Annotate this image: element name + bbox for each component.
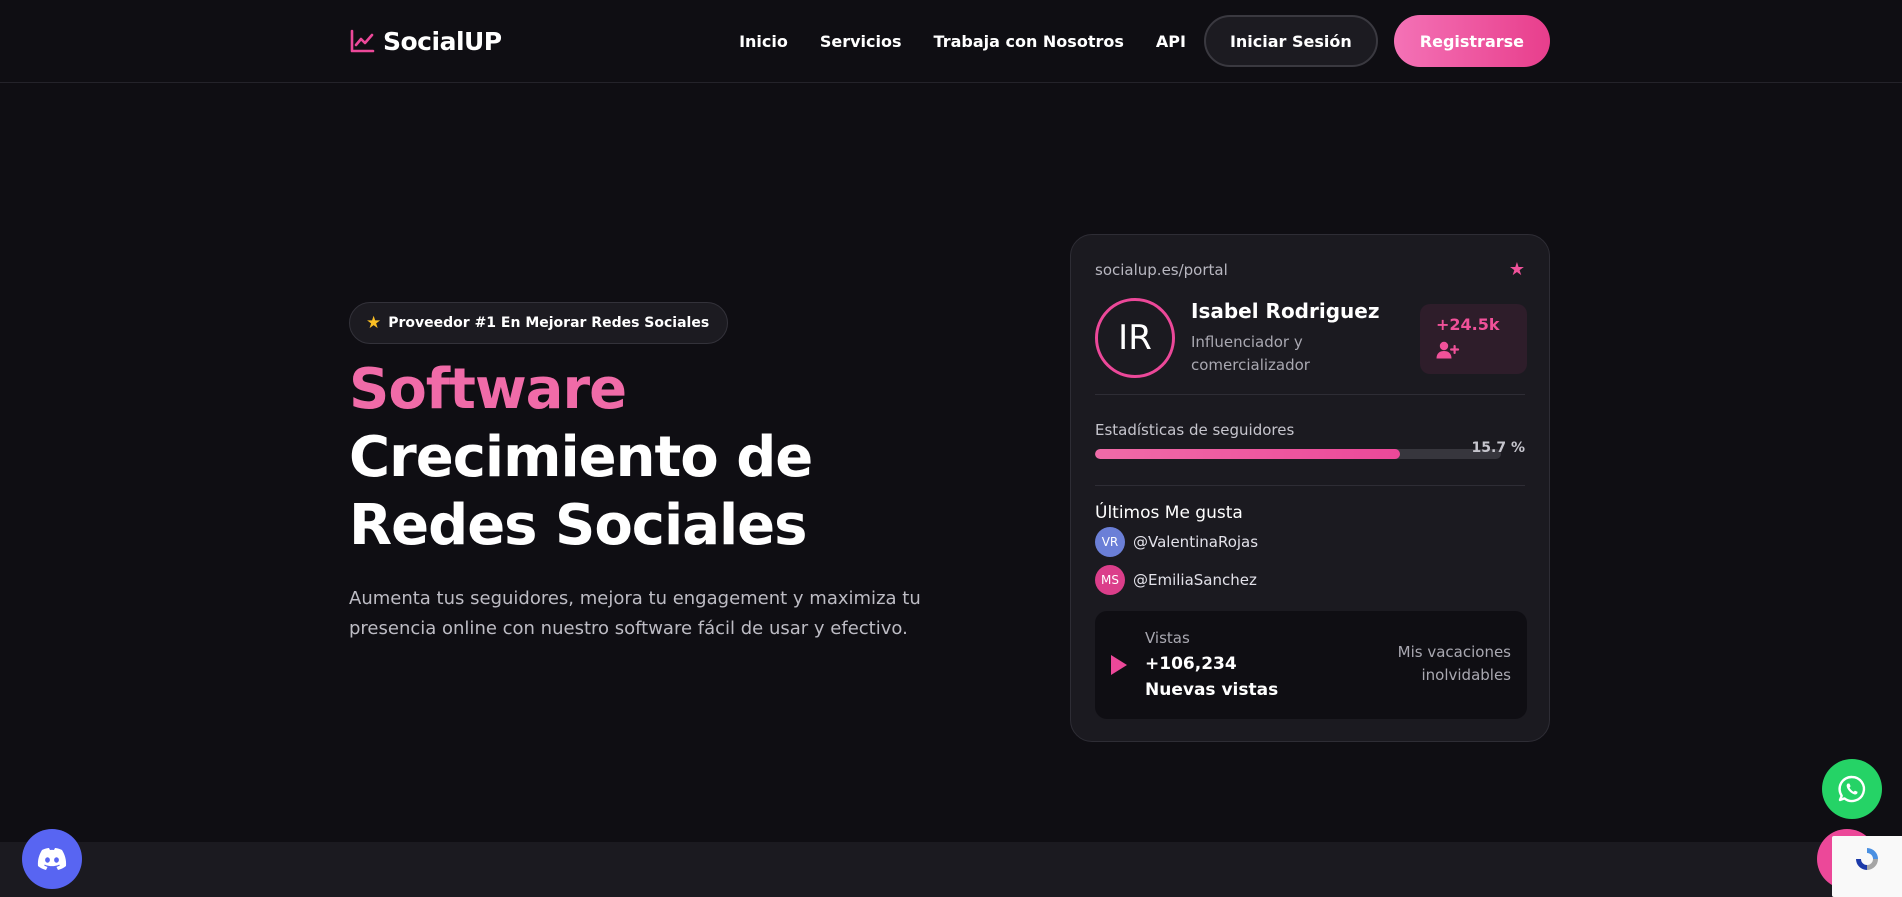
hero-subtitle: Aumenta tus seguidores, mejora tu engage…: [349, 588, 921, 639]
hero-badge-text: Proveedor #1 En Mejorar Redes Sociales: [388, 315, 710, 331]
nav-link-servicios[interactable]: Servicios: [820, 32, 902, 51]
profile-card: socialup.es/portal ★ IR Isabel Rodriguez…: [1070, 234, 1550, 742]
register-button[interactable]: Registrarse: [1393, 15, 1550, 67]
followers-gain-box: +24.5k: [1420, 304, 1527, 374]
brand-name: SocialUP: [383, 26, 502, 56]
play-icon: [1111, 655, 1127, 675]
followers-progress-bar: [1095, 449, 1501, 459]
trending-chart-icon: [350, 29, 375, 53]
nav-link-api[interactable]: API: [1156, 32, 1186, 51]
card-url: socialup.es/portal: [1095, 261, 1228, 279]
main-nav: Inicio Servicios Trabaja con Nosotros AP…: [739, 15, 1550, 67]
recaptcha-badge[interactable]: [1832, 836, 1902, 897]
next-section: [0, 842, 1902, 897]
divider: [1095, 485, 1525, 486]
user-plus-icon: [1436, 341, 1460, 359]
avatar: IR: [1095, 298, 1175, 378]
hero-badge: ★ Proveedor #1 En Mejorar Redes Sociales: [349, 302, 729, 344]
views-value: +106,234 Nuevas vistas: [1145, 654, 1279, 700]
star-icon: ★: [366, 313, 382, 333]
hero-title: Software Crecimiento de Redes Sociales: [349, 356, 969, 560]
like-handle: @EmiliaSanchez: [1133, 571, 1257, 589]
followers-progress-fill: [1095, 449, 1400, 459]
star-icon: ★: [1508, 259, 1525, 280]
profile-name: Isabel Rodriguez: [1191, 299, 1380, 323]
login-button[interactable]: Iniciar Sesión: [1203, 15, 1378, 67]
nav-link-trabaja[interactable]: Trabaja con Nosotros: [934, 32, 1124, 51]
views-label: Vistas: [1145, 629, 1190, 647]
followers-progress-value: 15.7 %: [1471, 440, 1525, 456]
views-box: Vistas +106,234 Nuevas vistas Mis vacaci…: [1095, 611, 1527, 719]
hero-title-line3: Redes Sociales: [349, 493, 808, 558]
profile-role: Influenciador y comercializador: [1191, 333, 1310, 374]
views-caption: Mis vacaciones inolvidables: [1397, 643, 1511, 684]
avatar: MS: [1095, 565, 1125, 595]
like-handle: @ValentinaRojas: [1133, 533, 1259, 551]
whatsapp-icon: [1838, 775, 1866, 803]
hero-title-highlight: Software: [349, 357, 627, 422]
recaptcha-icon: [1856, 848, 1878, 870]
list-item: VR @ValentinaRojas: [1095, 527, 1258, 557]
whatsapp-button[interactable]: [1822, 759, 1882, 819]
divider: [1095, 394, 1525, 395]
avatar: VR: [1095, 527, 1125, 557]
list-item: MS @EmiliaSanchez: [1095, 565, 1257, 595]
followers-gain: +24.5k: [1436, 315, 1500, 334]
discord-button[interactable]: [22, 829, 82, 889]
followers-stats-label: Estadísticas de seguidores: [1095, 421, 1295, 439]
hero-title-line2: Crecimiento de: [349, 425, 813, 490]
logo[interactable]: SocialUP: [349, 24, 502, 58]
site-header: SocialUP Inicio Servicios Trabaja con No…: [0, 0, 1902, 83]
discord-icon: [37, 848, 67, 870]
likes-title: Últimos Me gusta: [1095, 503, 1243, 523]
nav-link-inicio[interactable]: Inicio: [739, 32, 788, 51]
